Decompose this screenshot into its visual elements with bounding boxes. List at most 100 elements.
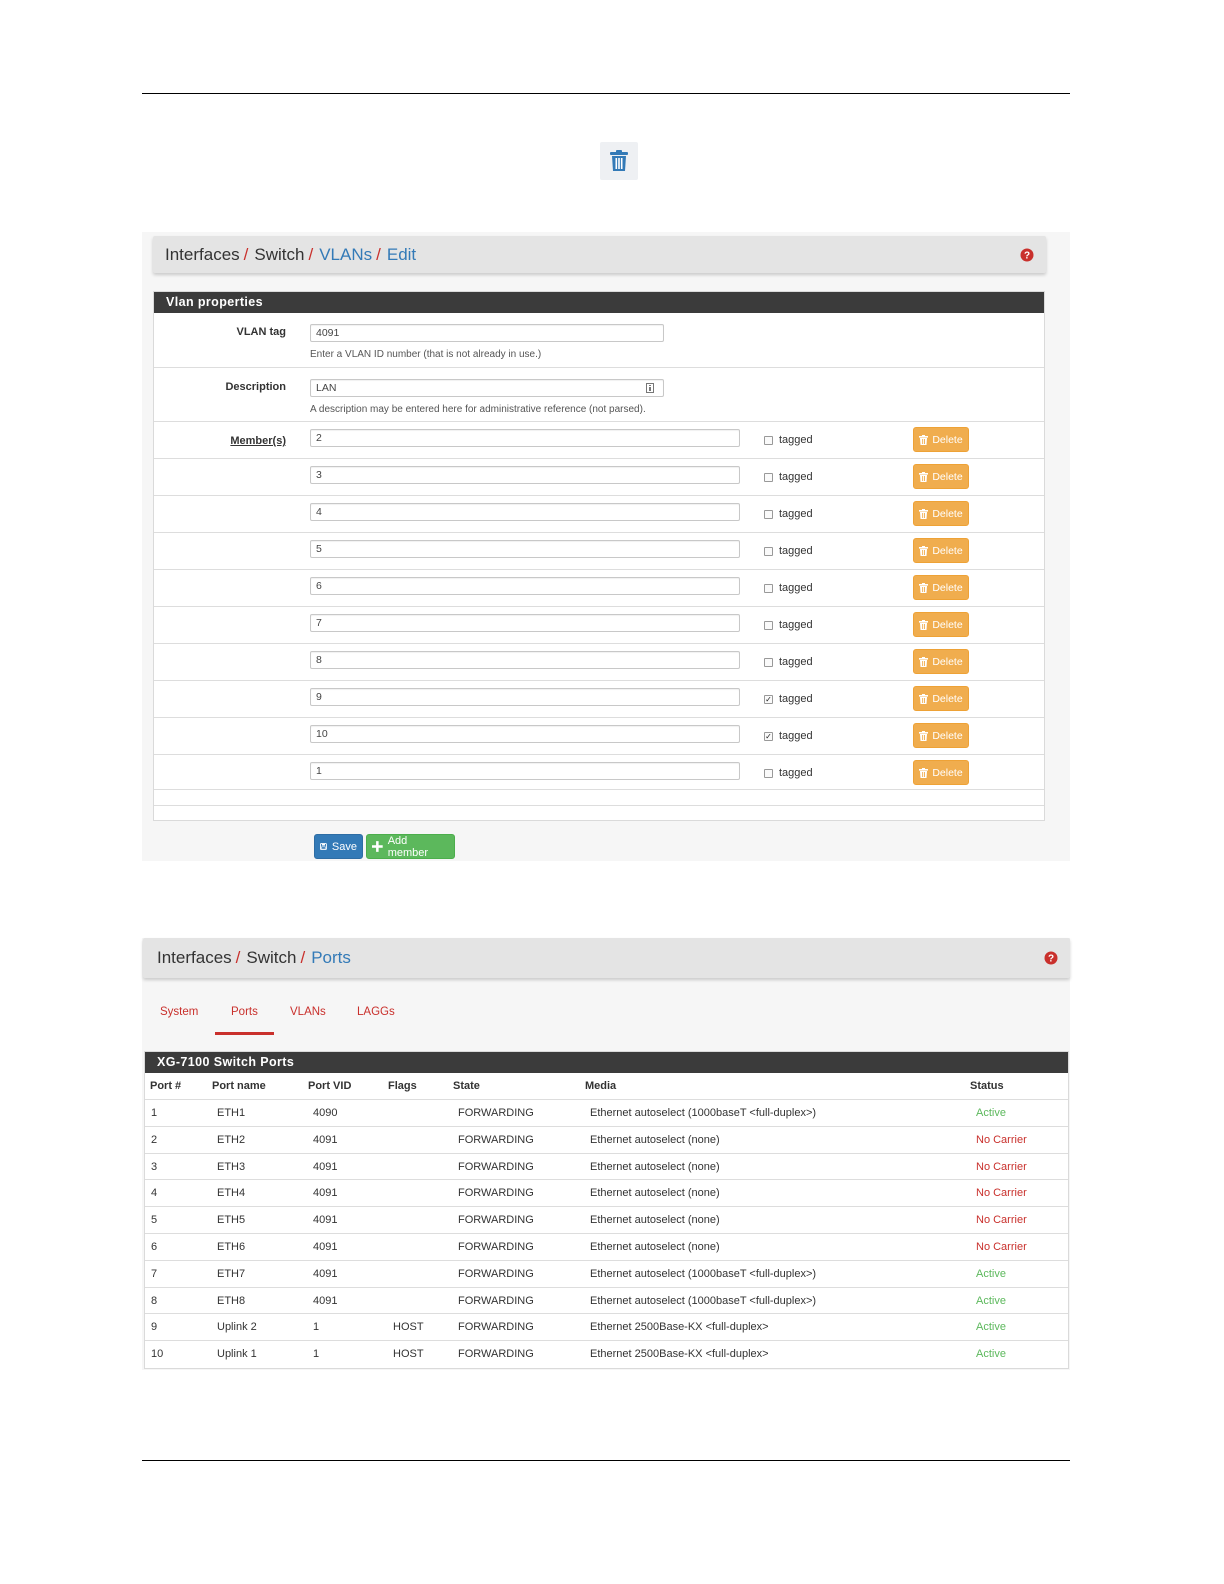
- member-delete-button[interactable]: Delete: [913, 575, 969, 600]
- cell-media: Ethernet autoselect (1000baseT <full-dup…: [590, 1294, 817, 1307]
- add-member-button[interactable]: Add member: [366, 834, 455, 859]
- member-tagged-label: tagged: [779, 508, 813, 520]
- breadcrumb-ports-link[interactable]: Ports: [311, 948, 351, 968]
- cell-status: No Carrier: [976, 1214, 1027, 1227]
- switch-ports-screenshot: Interfaces / Switch / Ports ? System Ports…: [142, 938, 1070, 1370]
- member-port-input[interactable]: 1: [310, 762, 740, 780]
- member-port-input[interactable]: 3: [310, 466, 740, 484]
- description-label: Description: [225, 381, 286, 393]
- cell-media: Ethernet 2500Base-KX <full-duplex>: [590, 1348, 769, 1361]
- cell-state: FORWARDING: [458, 1214, 534, 1227]
- tab-ports[interactable]: Ports: [231, 1006, 258, 1018]
- member-delete-button[interactable]: Delete: [913, 686, 969, 711]
- trash-icon: [919, 508, 929, 519]
- member-port-input[interactable]: 5: [310, 540, 740, 558]
- help-icon[interactable]: ?: [1020, 248, 1034, 262]
- member-port-input[interactable]: 9: [310, 688, 740, 706]
- delete-label: Delete: [932, 766, 963, 779]
- cell-media: Ethernet autoselect (none): [590, 1133, 720, 1146]
- member-delete-button[interactable]: Delete: [913, 760, 969, 785]
- save-label: Save: [331, 840, 357, 853]
- tab-system[interactable]: System: [160, 1006, 198, 1018]
- member-row: 10 ✓ tagged Delete: [154, 717, 1044, 754]
- cell-vid: 4091: [313, 1267, 338, 1280]
- vlan-properties-panel: Vlan properties VLAN tag 4091 Enter a VL…: [153, 291, 1045, 821]
- cell-port: 10: [151, 1348, 164, 1361]
- member-row: 3 tagged Delete: [154, 458, 1044, 495]
- cell-state: FORWARDING: [458, 1294, 534, 1307]
- cell-name: ETH4: [217, 1187, 246, 1200]
- vlan-tag-input[interactable]: 4091: [310, 324, 664, 342]
- member-tagged-checkbox[interactable]: [764, 658, 773, 667]
- breadcrumb-edit-link[interactable]: Edit: [387, 245, 416, 265]
- member-delete-button[interactable]: Delete: [913, 538, 969, 563]
- tab-bar: System Ports VLANs LAGGs: [142, 1002, 1070, 1036]
- breadcrumb-switch: Switch: [246, 948, 297, 967]
- delete-label: Delete: [932, 470, 963, 483]
- cell-state: FORWARDING: [458, 1321, 534, 1334]
- cell-media: Ethernet autoselect (1000baseT <full-dup…: [590, 1267, 817, 1280]
- cell-state: FORWARDING: [458, 1133, 534, 1146]
- help-icon[interactable]: ?: [1044, 951, 1058, 965]
- member-tagged-checkbox[interactable]: [764, 510, 773, 519]
- member-tagged-checkbox[interactable]: ✓: [764, 732, 773, 741]
- member-tagged-checkbox[interactable]: [764, 547, 773, 556]
- description-input[interactable]: LAN: [310, 379, 664, 397]
- member-delete-button[interactable]: Delete: [913, 501, 969, 526]
- delete-label: Delete: [932, 729, 963, 742]
- cell-flags: HOST: [393, 1348, 424, 1361]
- member-row: 9 ✓ tagged Delete: [154, 680, 1044, 717]
- cell-name: ETH8: [217, 1294, 246, 1307]
- member-delete-button[interactable]: Delete: [913, 723, 969, 748]
- member-delete-button[interactable]: Delete: [913, 427, 969, 452]
- member-tagged-checkbox[interactable]: [764, 621, 773, 630]
- cell-status: No Carrier: [976, 1133, 1027, 1146]
- cell-port: 2: [151, 1133, 158, 1146]
- member-tagged-checkbox[interactable]: [764, 473, 773, 482]
- member-port-input[interactable]: 4: [310, 503, 740, 521]
- member-port-input[interactable]: 6: [310, 577, 740, 595]
- cell-name: ETH3: [217, 1160, 246, 1173]
- cell-name: ETH1: [217, 1107, 246, 1119]
- tab-vlans[interactable]: VLANs: [290, 1006, 326, 1018]
- member-port-input[interactable]: 7: [310, 614, 740, 632]
- cell-name: Uplink 1: [217, 1348, 257, 1361]
- save-button[interactable]: Save: [314, 834, 363, 859]
- panel-spacer-row: [154, 805, 1044, 821]
- cell-status: Active: [976, 1294, 1006, 1307]
- cell-status: Active: [976, 1267, 1006, 1280]
- column-header: Flags: [388, 1080, 417, 1092]
- table-row: 5 ETH5 4091 FORWARDING Ethernet autoselect (…: [145, 1206, 1068, 1233]
- member-tagged-checkbox[interactable]: [764, 584, 773, 593]
- member-tagged-checkbox[interactable]: [764, 436, 773, 445]
- trash-icon: [919, 545, 929, 556]
- vlan-tag-help: Enter a VLAN ID number (that is not alre…: [310, 349, 542, 360]
- cell-state: FORWARDING: [458, 1348, 534, 1361]
- cell-vid: 4091: [313, 1133, 338, 1146]
- member-port-input[interactable]: 2: [310, 429, 740, 447]
- cell-status: No Carrier: [976, 1160, 1027, 1173]
- cell-port: 5: [151, 1214, 158, 1227]
- member-tagged-checkbox[interactable]: [764, 769, 773, 778]
- member-tagged-checkbox[interactable]: ✓: [764, 695, 773, 704]
- cell-vid: 4091: [313, 1241, 338, 1253]
- table-row: 9 Uplink 2 1 HOST FORWARDING Ethernet 2500Bas…: [145, 1313, 1068, 1340]
- cell-media: Ethernet autoselect (none): [590, 1160, 720, 1173]
- table-row: 3 ETH3 4091 FORWARDING Ethernet autoselect (…: [145, 1152, 1068, 1180]
- breadcrumb-vlans-link[interactable]: VLANs: [319, 245, 372, 265]
- cell-name: ETH5: [217, 1214, 246, 1227]
- cell-status: No Carrier: [976, 1187, 1027, 1200]
- table-row: 2 ETH2 4091 FORWARDING Ethernet autoselect (…: [145, 1125, 1068, 1153]
- member-port-input[interactable]: 10: [310, 725, 740, 743]
- member-port-input[interactable]: 8: [310, 651, 740, 669]
- member-delete-button[interactable]: Delete: [913, 649, 969, 674]
- delete-label: Delete: [932, 655, 963, 668]
- member-delete-button[interactable]: Delete: [913, 612, 969, 637]
- vlan-tag-row: VLAN tag 4091 Enter a VLAN ID number (th…: [154, 313, 1044, 367]
- member-tagged-label: tagged: [779, 582, 813, 594]
- trash-icon: [919, 582, 929, 593]
- tab-laggs[interactable]: LAGGs: [357, 1006, 395, 1018]
- member-tagged-label: tagged: [779, 730, 813, 742]
- member-delete-button[interactable]: Delete: [913, 464, 969, 489]
- cell-port: 6: [151, 1241, 158, 1253]
